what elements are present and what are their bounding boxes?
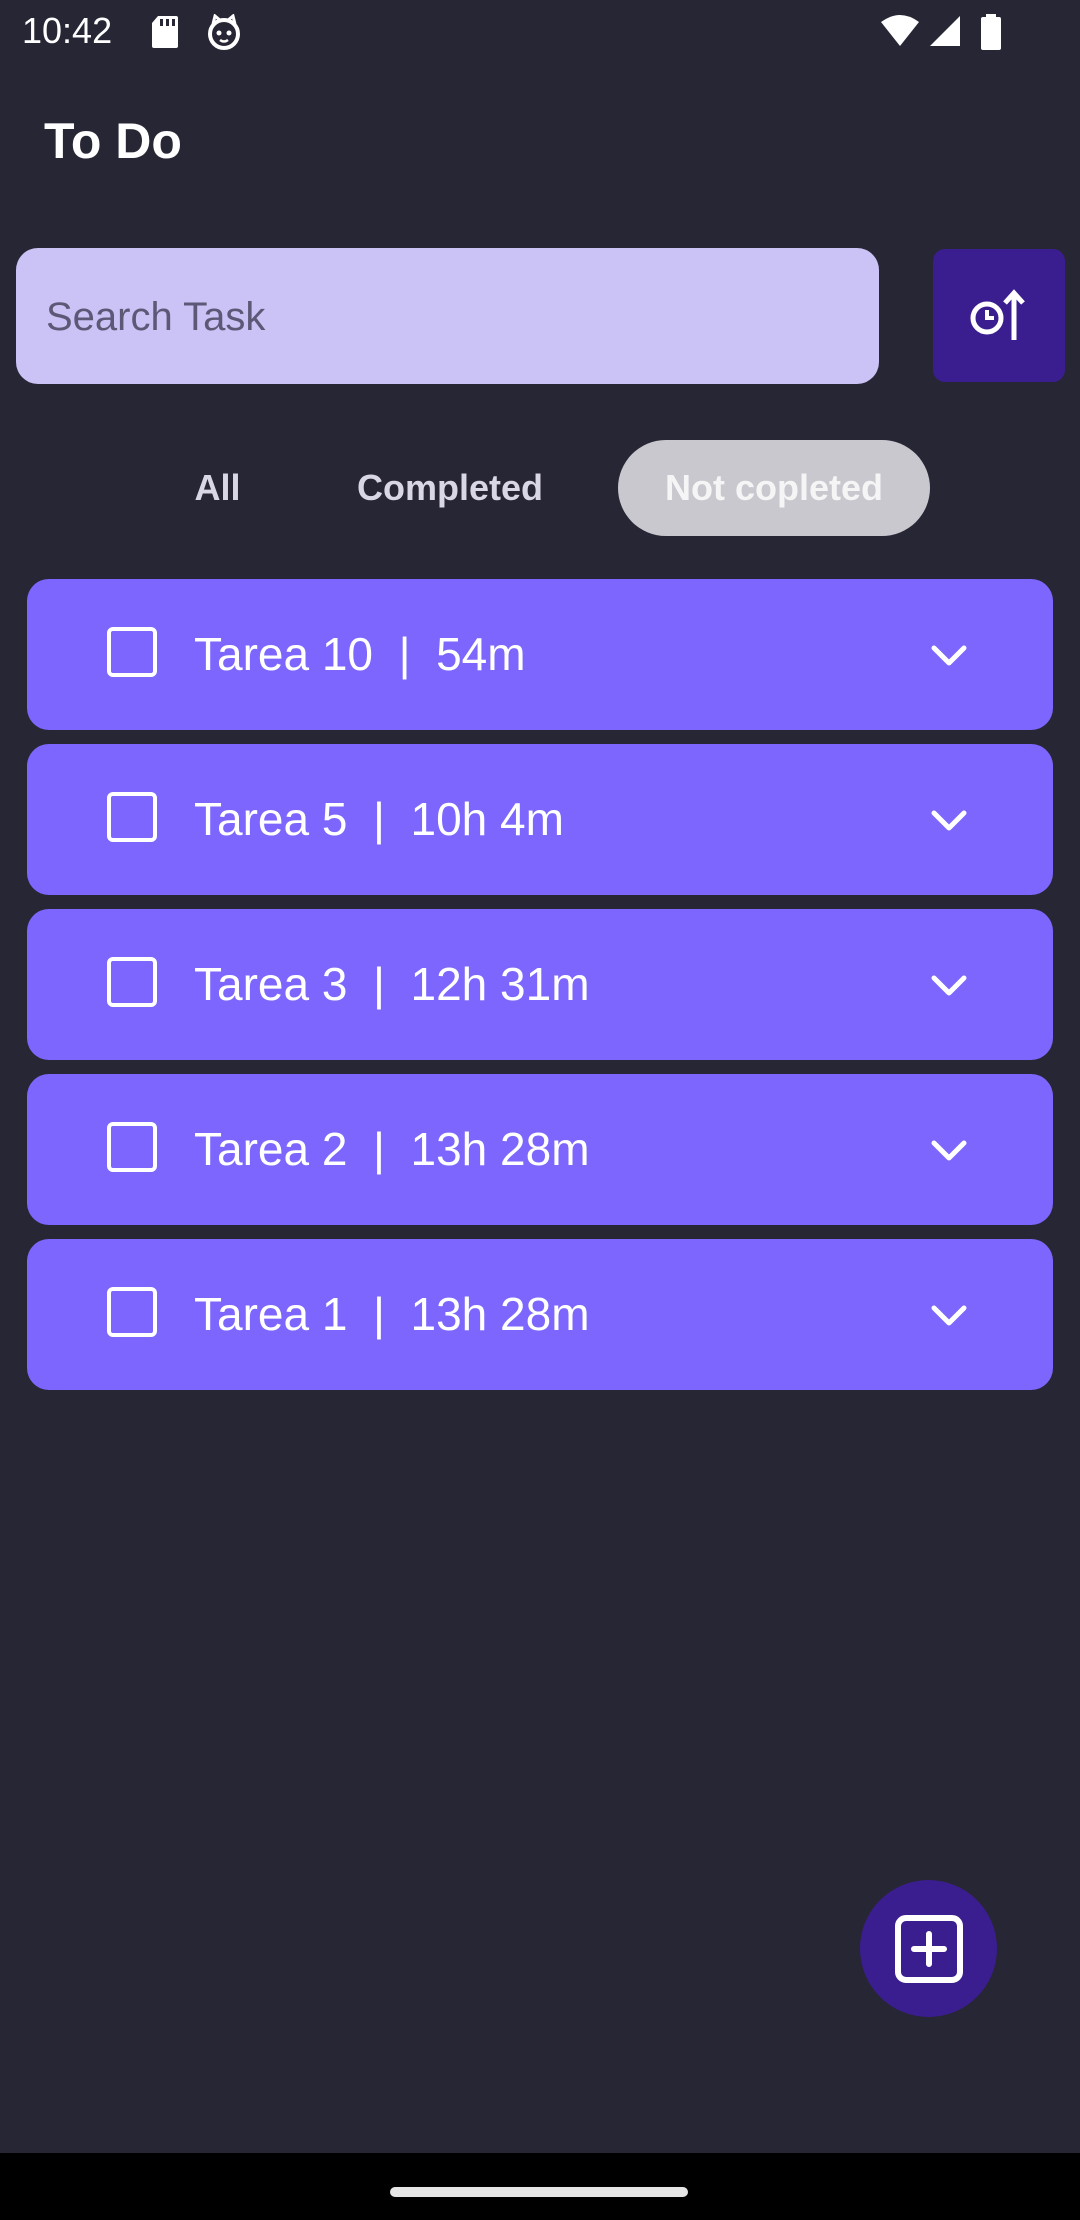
task-label: Tarea 5 | 10h 4m <box>194 793 564 845</box>
chevron-down-icon[interactable] <box>924 796 974 846</box>
task-item[interactable]: Tarea 2 | 13h 28m <box>27 1074 1053 1225</box>
task-checkbox[interactable] <box>107 1287 157 1337</box>
add-box-icon <box>894 1914 963 1983</box>
page-title: To Do <box>44 113 182 169</box>
battery-icon <box>981 14 1001 50</box>
task-label: Tarea 1 | 13h 28m <box>194 1288 590 1340</box>
search-input[interactable] <box>44 248 848 386</box>
navigation-bar <box>0 2153 1080 2220</box>
task-item[interactable]: Tarea 10 | 54m <box>27 579 1053 730</box>
chevron-down-icon[interactable] <box>924 1126 974 1176</box>
chevron-down-icon[interactable] <box>924 961 974 1011</box>
sd-card-icon <box>152 16 178 48</box>
cat-notification-icon <box>208 14 240 50</box>
task-item[interactable]: Tarea 1 | 13h 28m <box>27 1239 1053 1390</box>
tab-not-completed[interactable]: Not copleted <box>618 440 930 536</box>
task-label: Tarea 3 | 12h 31m <box>194 958 590 1010</box>
task-checkbox[interactable] <box>107 957 157 1007</box>
task-checkbox[interactable] <box>107 792 157 842</box>
status-bar: 10:42 <box>0 0 1080 66</box>
search-field[interactable] <box>16 248 879 386</box>
tab-completed[interactable]: Completed <box>340 440 560 536</box>
sort-button[interactable] <box>933 249 1065 382</box>
task-item[interactable]: Tarea 5 | 10h 4m <box>27 744 1053 895</box>
clock-sort-up-icon <box>970 288 1025 340</box>
status-time: 10:42 <box>22 10 113 51</box>
tab-all[interactable]: All <box>170 440 265 536</box>
task-label: Tarea 2 | 13h 28m <box>194 1123 590 1175</box>
task-checkbox[interactable] <box>107 1122 157 1172</box>
home-gesture-handle[interactable] <box>390 2187 688 2197</box>
cell-signal-icon <box>930 16 960 46</box>
chevron-down-icon[interactable] <box>924 631 974 681</box>
add-task-button[interactable] <box>860 1880 997 2017</box>
wifi-icon <box>881 15 919 46</box>
task-checkbox[interactable] <box>107 627 157 677</box>
chevron-down-icon[interactable] <box>924 1291 974 1341</box>
task-label: Tarea 10 | 54m <box>194 628 526 680</box>
task-item[interactable]: Tarea 3 | 12h 31m <box>27 909 1053 1060</box>
